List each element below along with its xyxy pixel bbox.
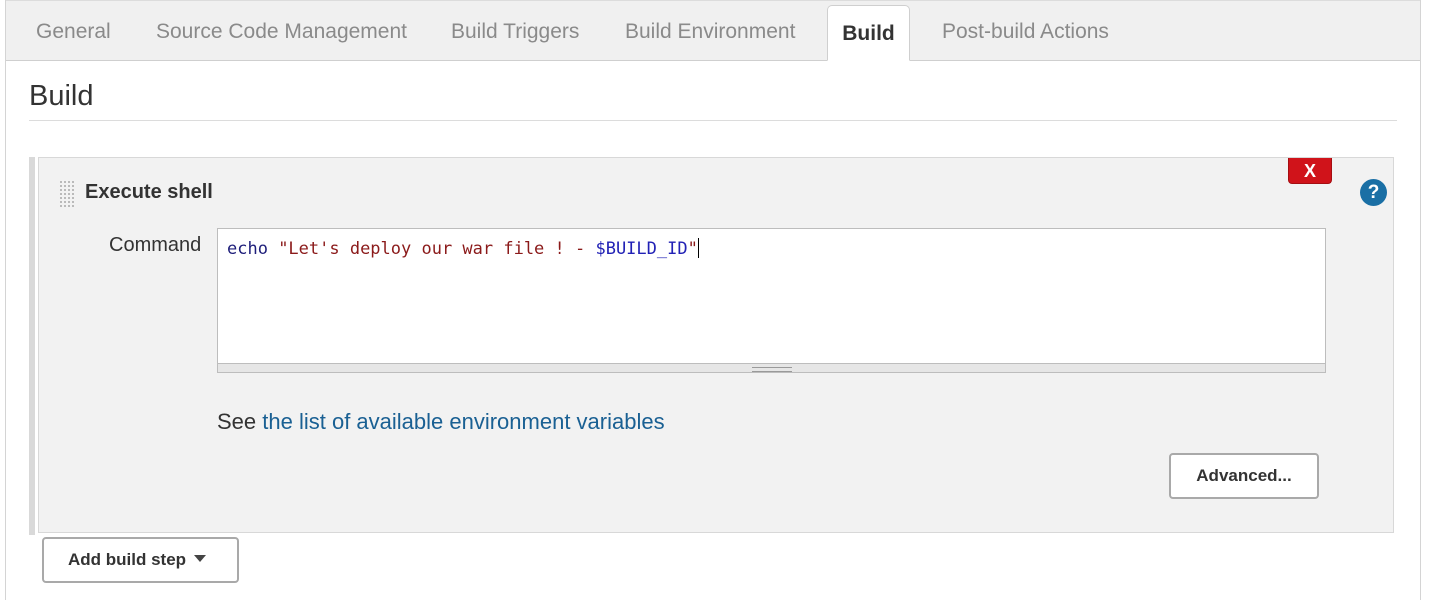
build-step-panel: Execute shell X ? Command echo "Let's de… bbox=[38, 157, 1394, 533]
text-cursor bbox=[697, 238, 699, 258]
textarea-resize-handle[interactable] bbox=[217, 364, 1326, 373]
help-icon[interactable]: ? bbox=[1360, 179, 1387, 206]
chevron-down-icon bbox=[194, 555, 207, 562]
command-variable: $BUILD_ID bbox=[595, 239, 688, 259]
tab-source-code-management[interactable]: Source Code Management bbox=[156, 1, 407, 60]
config-tab-bar: General Source Code Management Build Tri… bbox=[6, 0, 1420, 61]
tab-build[interactable]: Build bbox=[827, 5, 910, 61]
build-step-title: Execute shell bbox=[85, 181, 213, 203]
advanced-button[interactable]: Advanced... bbox=[1169, 453, 1319, 499]
command-string-end: " bbox=[687, 239, 698, 259]
build-step-accent-bar bbox=[29, 157, 35, 535]
tab-general[interactable]: General bbox=[36, 1, 111, 60]
tab-build-environment[interactable]: Build Environment bbox=[625, 1, 795, 60]
resize-grip-icon bbox=[752, 367, 792, 372]
add-build-step-button[interactable]: Add build step bbox=[42, 537, 239, 583]
drag-handle-icon[interactable] bbox=[59, 180, 75, 208]
command-text: echo "Let's deploy our war file ! - $BUI… bbox=[227, 238, 699, 259]
tab-post-build-actions[interactable]: Post-build Actions bbox=[942, 1, 1109, 60]
env-vars-hint: See the list of available environment va… bbox=[217, 409, 665, 435]
job-config-frame: General Source Code Management Build Tri… bbox=[5, 0, 1421, 600]
section-title: Build bbox=[29, 80, 94, 112]
command-string: "Let's deploy our war file ! - bbox=[267, 239, 596, 259]
command-textarea[interactable]: echo "Let's deploy our war file ! - $BUI… bbox=[217, 228, 1326, 364]
env-vars-prefix: See bbox=[217, 409, 263, 434]
section-divider bbox=[29, 120, 1397, 121]
command-label: Command bbox=[109, 234, 202, 256]
delete-step-button[interactable]: X bbox=[1288, 158, 1332, 184]
env-vars-link[interactable]: the list of available environment variab… bbox=[262, 409, 664, 434]
command-keyword: echo bbox=[227, 239, 268, 259]
add-build-step-label: Add build step bbox=[68, 550, 187, 569]
close-icon: X bbox=[1303, 161, 1316, 181]
tab-build-triggers[interactable]: Build Triggers bbox=[451, 1, 579, 60]
